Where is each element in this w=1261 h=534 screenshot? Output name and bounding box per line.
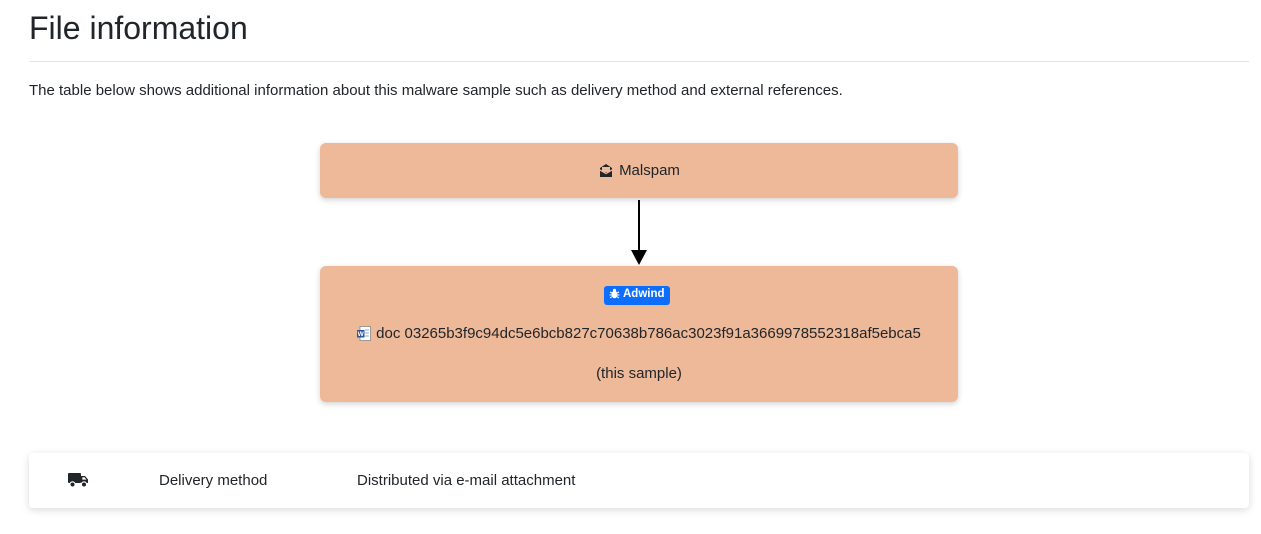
word-document-icon: W [357, 326, 372, 348]
flow-arrow-head [631, 250, 647, 265]
page-title: File information [29, 10, 248, 46]
intro-text: The table below shows additional informa… [29, 82, 843, 99]
delivery-method-row: Delivery method Distributed via e-mail a… [29, 453, 1249, 508]
truck-icon [68, 472, 89, 493]
delivery-method-value: Distributed via e-mail attachment [357, 472, 576, 489]
delivery-source-box: Malspam [320, 143, 958, 198]
malware-family-label: Adwind [623, 288, 665, 300]
flow-arrow-line [638, 200, 640, 252]
envelope-open-icon [598, 163, 614, 185]
bug-icon [609, 288, 620, 305]
delivery-source-label: Malspam [619, 162, 680, 179]
malware-family-badge[interactable]: Adwind [604, 286, 670, 305]
svg-text:W: W [358, 331, 365, 338]
title-divider [29, 61, 1249, 62]
sample-hash: doc 03265b3f9c94dc5e6bcb827c70638b786ac3… [376, 325, 921, 342]
sample-box: Adwind W doc 03265b3f9c94dc5e6bcb827c706… [320, 266, 958, 402]
this-sample-note: (this sample) [596, 365, 682, 382]
delivery-method-label: Delivery method [159, 472, 268, 489]
